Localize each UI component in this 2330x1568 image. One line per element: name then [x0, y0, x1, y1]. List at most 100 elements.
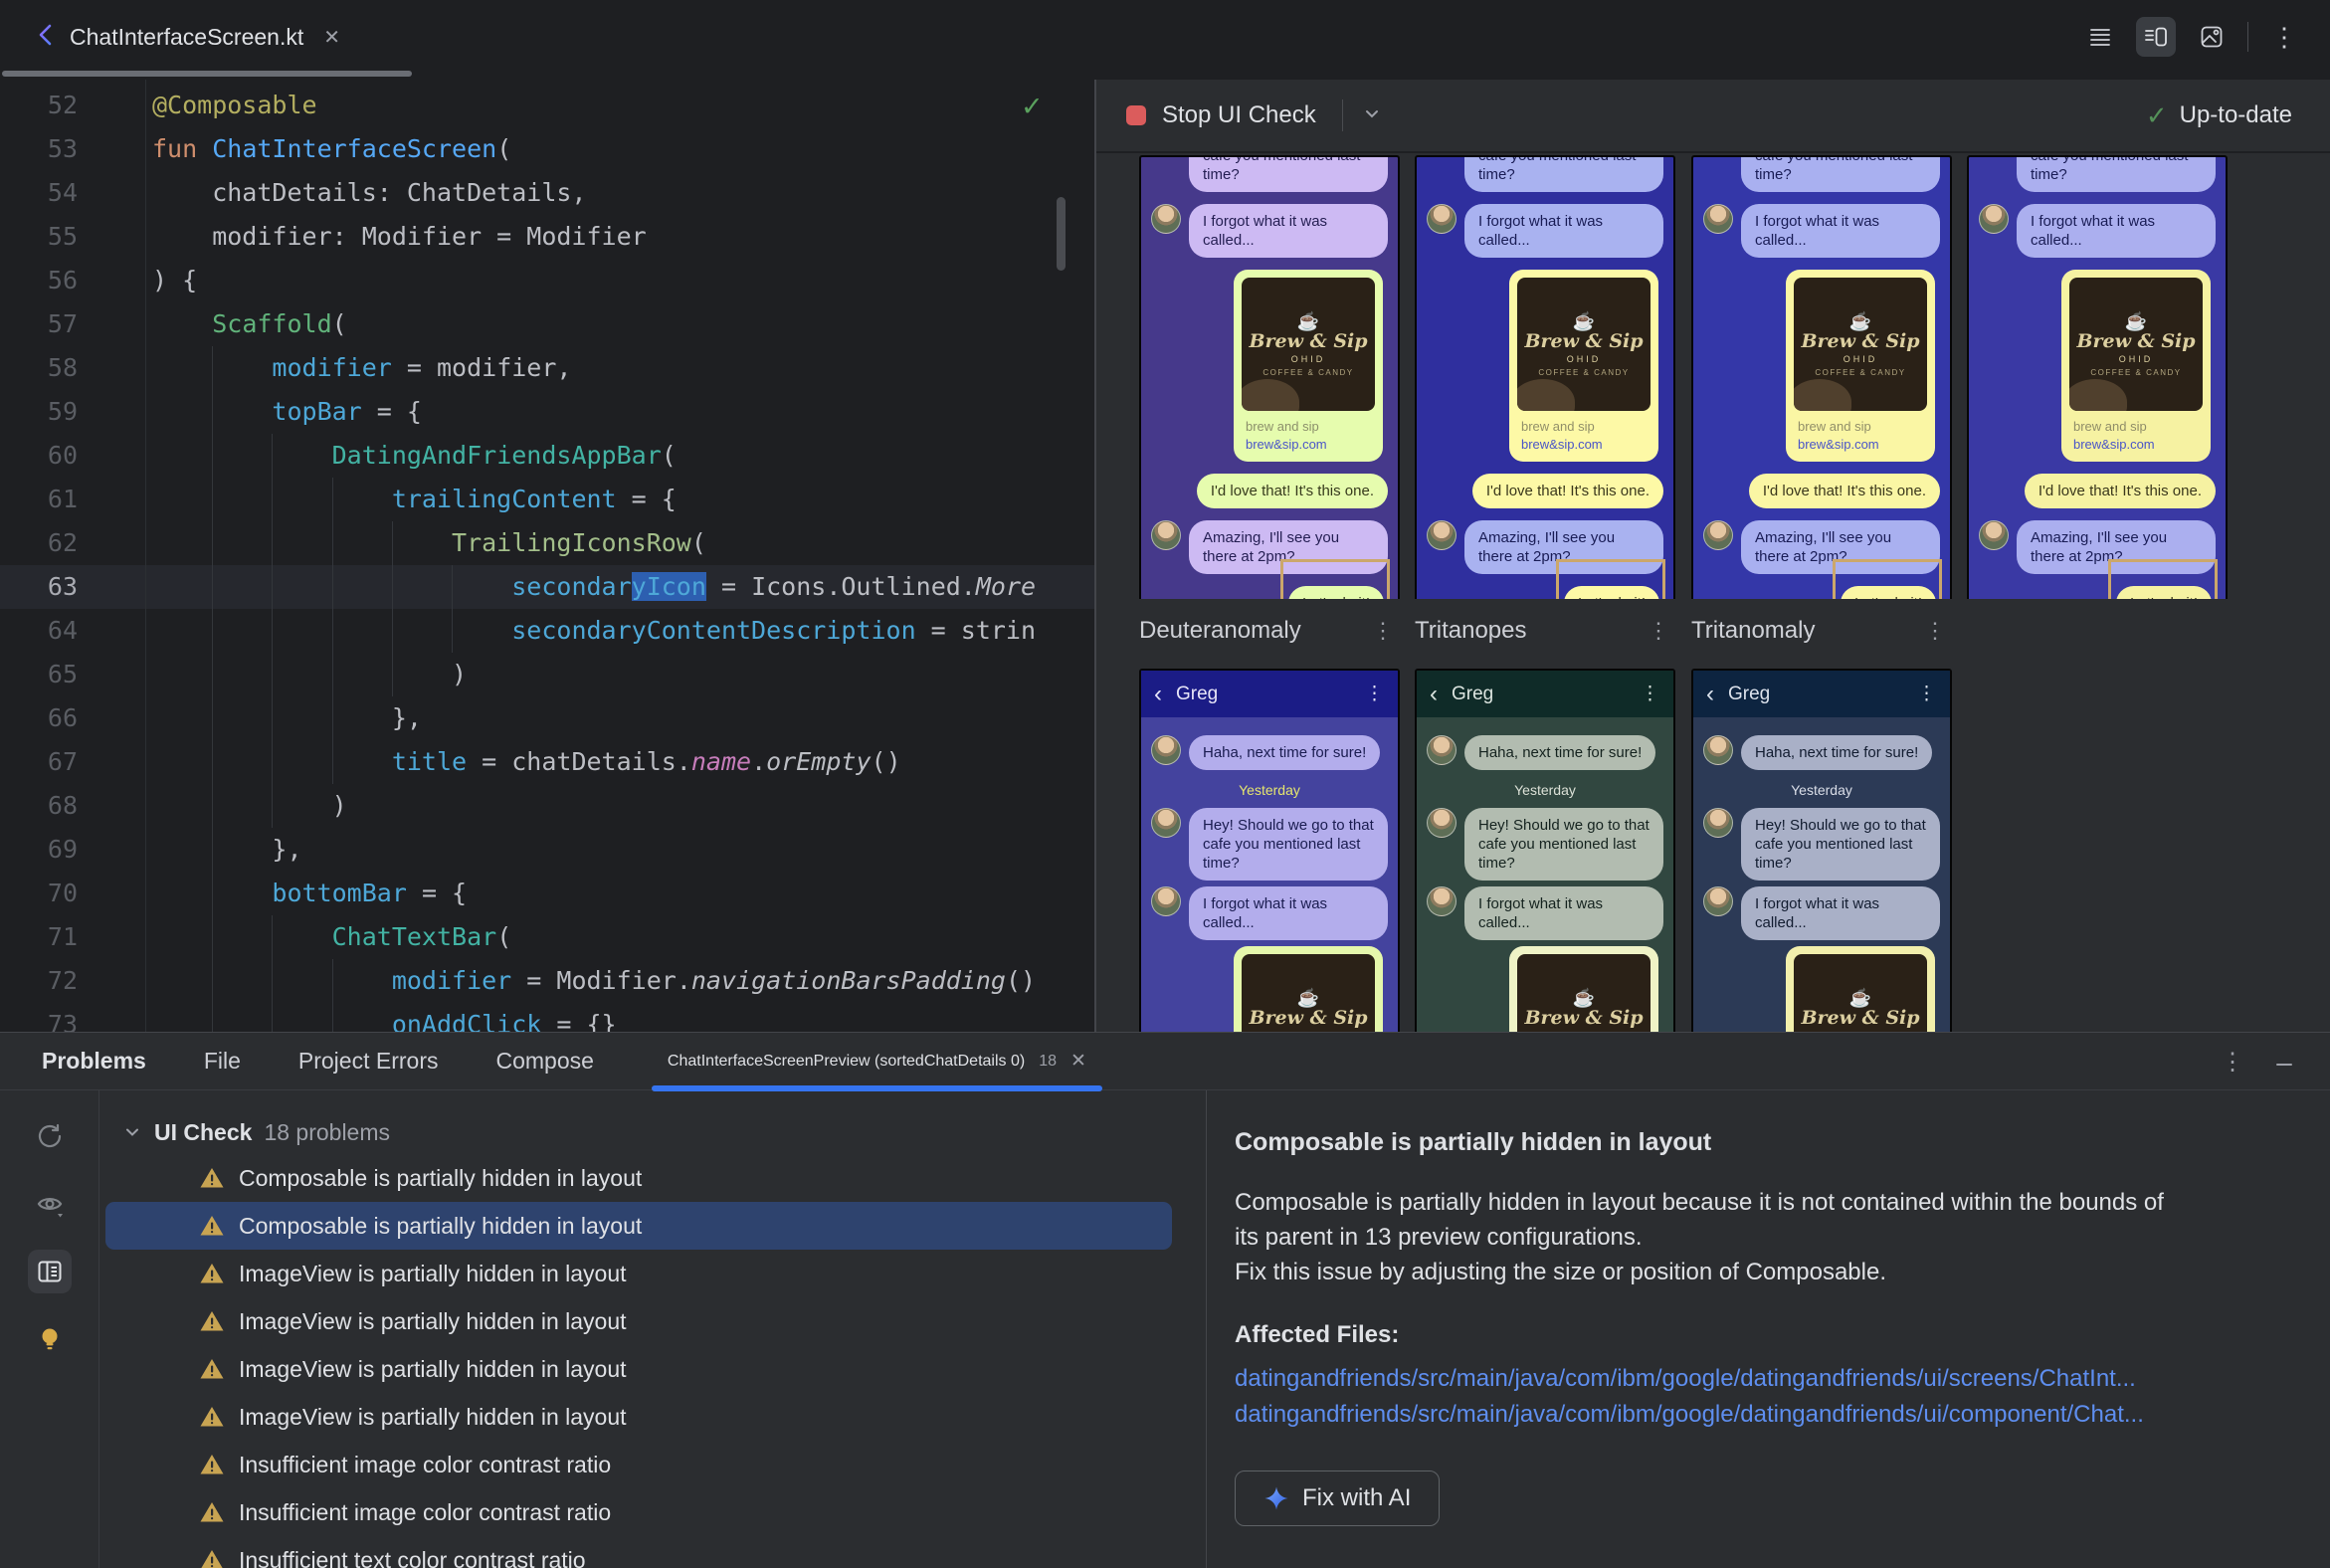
preview-configuration[interactable]: Hey! Should we go to that cafe you menti…	[1139, 155, 1400, 599]
code-line[interactable]: 56) {	[0, 259, 1094, 302]
code-line[interactable]: 62 TrailingIconsRow(	[0, 521, 1094, 565]
code-line[interactable]: 55 modifier: Modifier = Modifier	[0, 215, 1094, 259]
code-line[interactable]: 71 ChatTextBar(	[0, 915, 1094, 959]
rerun-check-icon[interactable]	[28, 1114, 72, 1158]
phone-preview[interactable]: Hey! Should we go to that cafe you menti…	[1139, 155, 1400, 599]
problem-list-item[interactable]: ImageView is partially hidden in layout	[105, 1297, 1172, 1345]
preview-kebab-icon[interactable]: ⋮	[1366, 618, 1400, 644]
editor-scrollbar-thumb[interactable]	[1057, 197, 1066, 271]
code-token: },	[152, 703, 422, 732]
problems-group-header[interactable]: UI Check 18 problems	[122, 1110, 1206, 1154]
code-line[interactable]: 68 )	[0, 784, 1094, 828]
back-icon[interactable]: ‹	[1706, 682, 1714, 706]
tab-compose[interactable]: Compose	[495, 1048, 593, 1075]
back-icon[interactable]: ‹	[1430, 682, 1438, 706]
shared-link-card[interactable]: ☕Brew & SipOHIDCOFFEE & CANDYbrew and si…	[1509, 270, 1658, 462]
minimize-panel-icon[interactable]	[2272, 1048, 2296, 1077]
shared-link-card[interactable]: ☕Brew & SipOHIDCOFFEE & CANDYbrew and si…	[1234, 270, 1383, 462]
problem-list-item[interactable]: ImageView is partially hidden in layout	[105, 1393, 1172, 1441]
problem-list-item[interactable]: Insufficient text color contrast ratio	[105, 1536, 1172, 1568]
preview-configuration[interactable]: ‹ Greg ⋮ Haha, next time for sure! Yesterday…	[1691, 669, 1952, 1032]
tab-file[interactable]: File	[204, 1048, 241, 1075]
code-line[interactable]: 69 },	[0, 828, 1094, 872]
problem-list-item[interactable]: ImageView is partially hidden in layout	[105, 1345, 1172, 1393]
code-token: = Modifier.	[511, 966, 691, 995]
fix-with-ai-button[interactable]: Fix with AI	[1235, 1470, 1441, 1526]
preview-kebab-icon[interactable]: ⋮	[1918, 618, 1952, 644]
code-line[interactable]: 70 bottomBar = {	[0, 872, 1094, 915]
code-line[interactable]: 59 topBar = {	[0, 390, 1094, 434]
problem-list-item[interactable]: Composable is partially hidden in layout	[105, 1154, 1172, 1202]
close-tab-icon[interactable]: ✕	[323, 25, 340, 50]
affected-file-link[interactable]: datingandfriends/src/main/java/com/ibm/g…	[1235, 1361, 2290, 1397]
phone-preview[interactable]: Hey! Should we go to that cafe you menti…	[1691, 155, 1952, 599]
problem-list-item[interactable]: Insufficient image color contrast ratio	[105, 1488, 1172, 1536]
phone-preview[interactable]: ‹ Greg ⋮ Haha, next time for sure! Yesterday…	[1415, 669, 1675, 1032]
code-line[interactable]: 58 modifier = modifier,	[0, 346, 1094, 390]
preview-configuration[interactable]: Hey! Should we go to that cafe you menti…	[1415, 155, 1675, 599]
phone-preview[interactable]: Hey! Should we go to that cafe you menti…	[1415, 155, 1675, 599]
preview-configuration[interactable]: Hey! Should we go to that cafe you menti…	[1967, 155, 2228, 599]
code-line[interactable]: 57 Scaffold(	[0, 302, 1094, 346]
phone-preview[interactable]: ‹ Greg ⋮ Haha, next time for sure! Yesterday…	[1139, 669, 1400, 1032]
menu-kebab-icon[interactable]: ⋮	[1641, 683, 1660, 705]
code-view-icon[interactable]	[2080, 17, 2120, 57]
preview-details-toggle-icon[interactable]	[27, 1250, 72, 1293]
editor-tab[interactable]: ChatInterfaceScreen.kt ✕	[12, 0, 358, 74]
tab-ui-check-active[interactable]: ChatInterfaceScreenPreview (sortedChatDe…	[651, 1033, 1102, 1091]
code-editor[interactable]: 52 @Composable 53 fun ChatInterfaceScreen(5…	[0, 80, 1094, 1032]
code-line[interactable]: 66 },	[0, 696, 1094, 740]
code-line[interactable]: 65 )	[0, 653, 1094, 696]
menu-kebab-icon[interactable]: ⋮	[1365, 683, 1385, 705]
code-line[interactable]: 73 onAddClick = {}	[0, 1003, 1094, 1032]
preview-configuration[interactable]: ‹ Greg ⋮ Haha, next time for sure! Yesterday…	[1139, 669, 1400, 1032]
stop-ui-check-button[interactable]: Stop UI Check	[1126, 101, 1316, 129]
close-tab-icon[interactable]: ✕	[1070, 1050, 1086, 1073]
quick-fix-bulb-icon[interactable]	[28, 1317, 72, 1361]
shared-link-card[interactable]: ☕Brew & SipOHIDCOFFEE & CANDYbrew and si…	[2061, 270, 2211, 462]
code-line[interactable]: 63 secondaryIcon = Icons.Outlined.More	[0, 565, 1094, 609]
affected-file-link[interactable]: datingandfriends/src/main/java/com/ibm/g…	[1235, 1397, 2290, 1433]
card-site-url[interactable]: brew&sip.com	[2073, 436, 2199, 454]
code-line[interactable]: 54 chatDetails: ChatDetails,	[0, 171, 1094, 215]
chat-message-row: Haha, next time for sure!	[1703, 735, 1940, 770]
phone-preview[interactable]: Hey! Should we go to that cafe you menti…	[1967, 155, 2228, 599]
panel-options-icon[interactable]: ⋮	[2221, 1048, 2244, 1077]
problem-list-item[interactable]: ImageView is partially hidden in layout	[105, 1250, 1172, 1297]
view-options-eye-icon[interactable]	[28, 1182, 72, 1226]
problem-list-item[interactable]: Composable is partially hidden in layout	[105, 1202, 1172, 1250]
menu-kebab-icon[interactable]: ⋮	[1917, 683, 1937, 705]
card-site-url[interactable]: brew&sip.com	[1798, 436, 1923, 454]
shared-link-card[interactable]: ☕Brew & SipOHIDCOFFEE & CANDYbrew and si…	[1509, 946, 1658, 1032]
tab-project-errors[interactable]: Project Errors	[298, 1048, 439, 1075]
inspections-ok-icon[interactable]: ✓	[1021, 92, 1044, 122]
toolbar-separator	[2247, 22, 2248, 52]
shared-link-card[interactable]: ☕Brew & SipOHIDCOFFEE & CANDYbrew and si…	[1234, 946, 1383, 1032]
preview-configuration[interactable]: ‹ Greg ⋮ Haha, next time for sure! Yesterday…	[1415, 669, 1675, 1032]
code-line[interactable]: 64 secondaryContentDescription = strin	[0, 609, 1094, 653]
chevron-down-icon[interactable]	[1361, 102, 1383, 129]
card-site-url[interactable]: brew&sip.com	[1521, 436, 1647, 454]
code-line[interactable]: 53 fun ChatInterfaceScreen(	[0, 127, 1094, 171]
more-options-icon[interactable]: ⋮	[2264, 17, 2304, 57]
status-badge: ✓ Up-to-date	[2145, 99, 2292, 130]
phone-preview[interactable]: ‹ Greg ⋮ Haha, next time for sure! Yesterday…	[1691, 669, 1952, 1032]
shared-link-card[interactable]: ☕Brew & SipOHIDCOFFEE & CANDYbrew and si…	[1786, 270, 1935, 462]
code-line[interactable]: 72 modifier = Modifier.navigationBarsPad…	[0, 959, 1094, 1003]
code-line[interactable]: 60 DatingAndFriendsAppBar(	[0, 434, 1094, 478]
back-icon[interactable]: ‹	[1154, 682, 1162, 706]
code-line[interactable]: 67 title = chatDetails.name.orEmpty()	[0, 740, 1094, 784]
code-line[interactable]: 61 trailingContent = {	[0, 478, 1094, 521]
preview-kebab-icon[interactable]: ⋮	[1642, 618, 1675, 644]
warning-icon	[200, 1455, 224, 1474]
indent-guide	[212, 565, 214, 609]
shared-link-card[interactable]: ☕Brew & SipOHIDCOFFEE & CANDYbrew and si…	[1786, 946, 1935, 1032]
split-view-icon[interactable]	[2136, 17, 2176, 57]
design-view-icon[interactable]	[2192, 17, 2232, 57]
window-header: ChatInterfaceScreen.kt ✕ ⋮	[0, 0, 2330, 80]
card-site-url[interactable]: brew&sip.com	[1246, 436, 1371, 454]
problem-list-item[interactable]: Insufficient image color contrast ratio	[105, 1441, 1172, 1488]
code-line[interactable]: 52 @Composable	[0, 84, 1094, 127]
chat-bubble: I'd love that! It's this one.	[1196, 474, 1388, 508]
preview-configuration[interactable]: Hey! Should we go to that cafe you menti…	[1691, 155, 1952, 599]
